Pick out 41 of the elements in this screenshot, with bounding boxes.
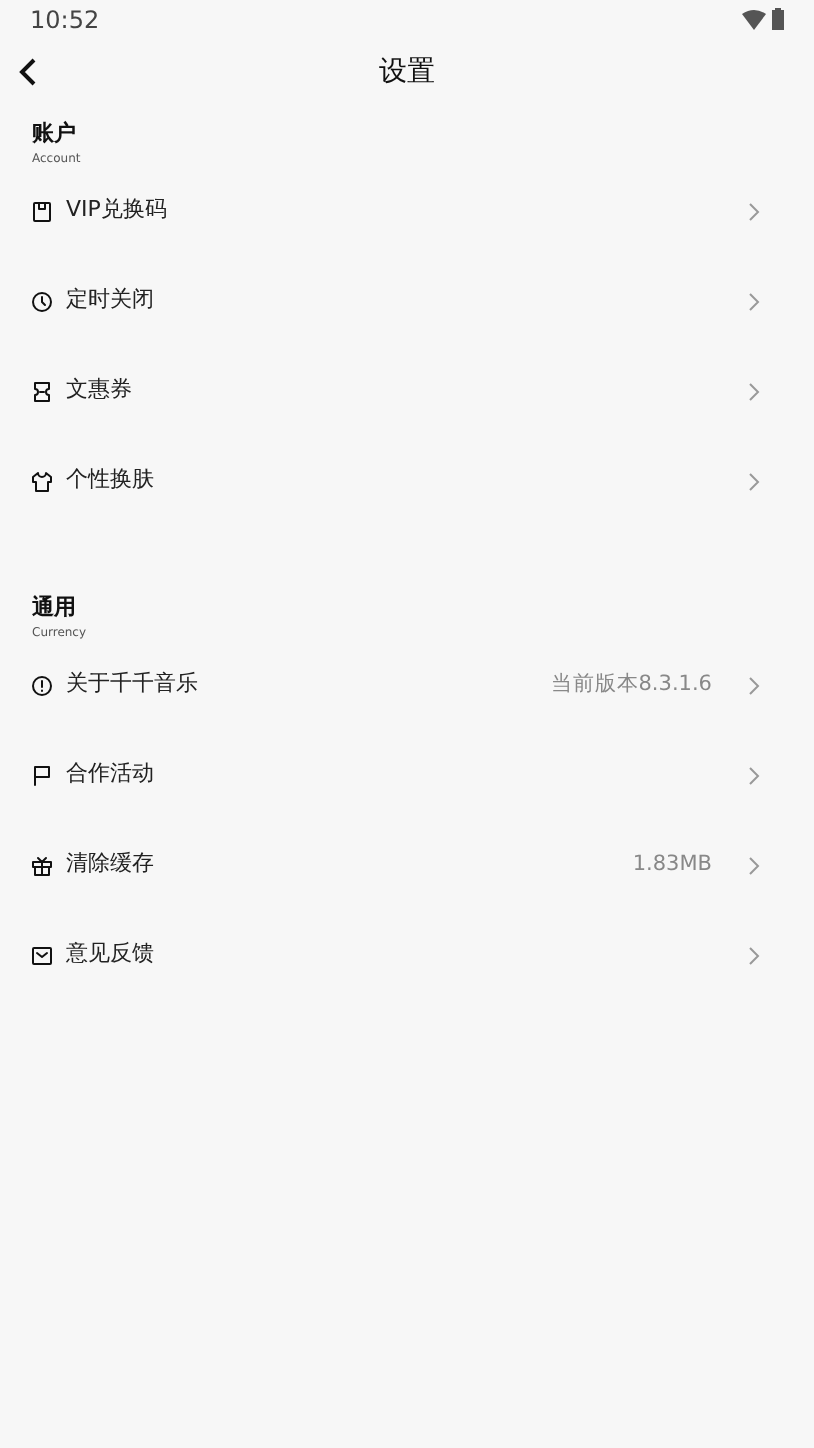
mail-icon [30, 943, 54, 967]
gift-icon [30, 853, 54, 877]
settings-row[interactable]: 意见反馈 [0, 910, 814, 1000]
row-value: 当前版本8.3.1.6 [550, 669, 712, 700]
row-label: 清除缓存 [66, 848, 154, 881]
chevron-icon [748, 855, 760, 875]
chevron-icon [748, 765, 760, 785]
chevron-icon [748, 471, 760, 491]
flag-icon [30, 763, 54, 787]
row-label: 个性换肤 [66, 464, 154, 497]
page-title: 设置 [379, 53, 435, 91]
chevron-icon [748, 945, 760, 965]
row-label: 文惠券 [66, 374, 132, 407]
row-label: 合作活动 [66, 758, 154, 791]
info-icon [30, 673, 54, 697]
row-label: 意见反馈 [66, 938, 154, 971]
settings-row[interactable]: 文惠券 [0, 346, 814, 436]
settings-row[interactable]: VIP兑换码 [0, 166, 814, 256]
settings-row[interactable]: 合作活动 [0, 730, 814, 820]
settings-row[interactable]: 清除缓存 1.83MB [0, 820, 814, 910]
settings-row[interactable]: 个性换肤 [0, 436, 814, 526]
row-label: 关于千千音乐 [66, 668, 198, 701]
chevron-icon [748, 291, 760, 311]
wifi-icon [742, 9, 766, 29]
chevron-icon [748, 201, 760, 221]
section-title: 通用 [32, 594, 78, 622]
battery-icon [772, 8, 784, 30]
section-title: 账户 [32, 120, 78, 148]
row-value: 1.83MB [632, 849, 712, 880]
chevron-icon [748, 675, 760, 695]
status-time: 10:52 [30, 3, 100, 37]
shirt-icon [30, 469, 54, 493]
bookmark-icon [30, 199, 54, 223]
row-label: VIP兑换码 [66, 194, 167, 227]
chevron-icon [748, 381, 760, 401]
settings-row[interactable]: 关于千千音乐 当前版本8.3.1.6 [0, 640, 814, 730]
ticket-icon [30, 379, 54, 403]
settings-row[interactable]: 定时关闭 [0, 256, 814, 346]
back-icon [18, 56, 38, 88]
row-label: 定时关闭 [66, 284, 154, 317]
clock-icon [30, 289, 54, 313]
